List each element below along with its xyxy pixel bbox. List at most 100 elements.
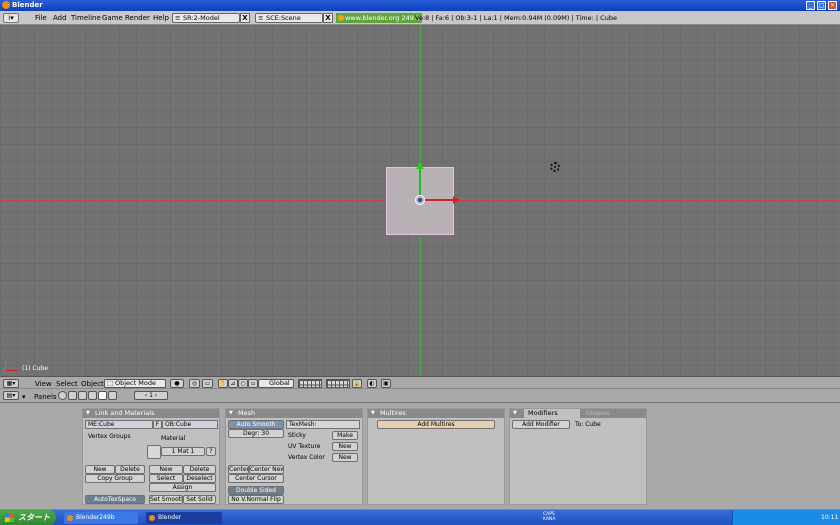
degr-field[interactable]: Degr: 30 — [228, 429, 284, 438]
material-deselect-button[interactable]: Deselect — [183, 474, 216, 483]
windows-logo-icon — [5, 513, 14, 522]
sticky-label: Sticky — [288, 432, 306, 439]
x-arrow-icon[interactable] — [453, 196, 460, 204]
menu-add[interactable]: Add — [53, 14, 67, 22]
panel-title[interactable]: Mesh — [226, 409, 362, 418]
mesh-name-field[interactable]: ME:Cube — [85, 420, 153, 429]
render-icon[interactable]: ▣ — [381, 379, 391, 388]
center-cursor-button[interactable]: Center Cursor — [228, 474, 284, 483]
vertex-color-label: Vertex Color — [288, 454, 325, 461]
3d-cursor-icon[interactable] — [415, 195, 425, 205]
material-help-button[interactable]: ? — [206, 447, 216, 456]
panel-title[interactable]: Link and Materials — [83, 409, 219, 418]
menu-help[interactable]: Help — [153, 14, 169, 22]
uv-texture-label: UV Texture — [288, 443, 321, 450]
link-materials-panel: Link and Materials ME:Cube F OB:Cube Ver… — [82, 408, 220, 505]
lamp-object-icon[interactable] — [550, 162, 560, 172]
copy-group-button[interactable]: Copy Group — [85, 474, 145, 483]
pivot-icon[interactable]: ◎ — [189, 379, 200, 388]
manipulator-toggle-icon[interactable]: ✋ — [218, 379, 228, 388]
minimize-icon[interactable]: _ — [806, 1, 815, 10]
scene-icon[interactable] — [108, 391, 117, 400]
panel-title[interactable]: Multires — [368, 409, 504, 418]
view3d-type-icon[interactable]: ▦▾ — [3, 379, 19, 388]
close-icon[interactable]: × — [828, 1, 837, 10]
tab-modifiers[interactable]: Modifiers — [524, 409, 580, 418]
lock-icon[interactable]: 🔒 — [352, 379, 362, 388]
browse-icon: ≡ — [258, 14, 264, 22]
no-v-normal-flip-toggle[interactable]: No V.Normal Flip — [228, 495, 284, 504]
window-type-icon[interactable]: i▾ — [3, 13, 19, 23]
material-assign-button[interactable]: Assign — [149, 483, 216, 492]
ime-indicator[interactable]: CAPS KANA — [543, 512, 555, 522]
add-multires-button[interactable]: Add Multires — [377, 420, 495, 429]
material-color-swatch[interactable] — [147, 445, 161, 459]
menu-game[interactable]: Game — [102, 14, 123, 22]
vgroup-delete-button[interactable]: Delete — [115, 465, 145, 474]
menu-render[interactable]: Render — [125, 14, 150, 22]
scale-icon[interactable]: ▫ — [248, 379, 258, 388]
auto-smooth-toggle[interactable]: Auto Smooth — [228, 420, 284, 429]
pivot-menu-icon[interactable]: ▭ — [202, 379, 213, 388]
mode-selector[interactable]: ⬚ Object Mode — [104, 379, 166, 388]
material-label: Material — [161, 435, 186, 442]
3d-viewport[interactable]: (1) Cube — [0, 25, 840, 376]
maximize-icon[interactable]: □ — [817, 1, 826, 10]
vgroup-new-button[interactable]: New — [85, 465, 115, 474]
object-icon[interactable] — [88, 391, 97, 400]
menu-object[interactable]: Object — [81, 380, 104, 388]
layers-group-2[interactable] — [326, 379, 350, 388]
taskbar-item-blender249b[interactable]: Blender249b — [64, 512, 138, 524]
render-preview-icon[interactable]: ◐ — [367, 379, 377, 388]
logic-icon[interactable] — [58, 391, 67, 400]
translate-icon[interactable]: ⊿ — [228, 379, 238, 388]
taskbar: スタート Blender249b Blender CAPS KANA 10:11 — [0, 509, 840, 525]
set-smooth-button[interactable]: Set Smooth — [149, 495, 183, 504]
scene-selector[interactable]: ≡ SCE:Scene — [255, 13, 323, 23]
set-solid-button[interactable]: Set Solid — [183, 495, 216, 504]
center-button[interactable]: Center — [228, 465, 249, 474]
delete-scene-button[interactable]: X — [323, 13, 333, 23]
collapse-icon[interactable]: ▾ — [22, 393, 26, 401]
view-axes-icon — [5, 359, 19, 371]
material-select-button[interactable]: Select — [149, 474, 183, 483]
orientation-selector[interactable]: Global — [258, 379, 294, 388]
material-index-field[interactable]: 1 Mat 1 — [161, 447, 205, 456]
draw-type-icon[interactable]: ● — [170, 379, 184, 388]
blender-logo-icon — [338, 15, 344, 21]
tab-shapes[interactable]: Shapes — [582, 409, 636, 418]
double-sided-toggle[interactable]: Double Sided — [228, 486, 284, 495]
clock[interactable]: 10:11 — [821, 514, 838, 521]
texmesh-field[interactable]: TexMesh: — [286, 420, 360, 429]
editing-icon[interactable] — [98, 391, 107, 400]
autotexspace-toggle[interactable]: AutoTexSpace — [85, 495, 145, 504]
delete-screen-button[interactable]: X — [240, 13, 250, 23]
center-new-button[interactable]: Center New — [249, 465, 284, 474]
sticky-make-button[interactable]: Make — [332, 431, 358, 440]
taskbar-item-blender[interactable]: Blender — [146, 512, 222, 524]
material-delete-button[interactable]: Delete — [183, 465, 216, 474]
start-button[interactable]: スタート — [0, 510, 56, 525]
menu-view[interactable]: View — [35, 380, 52, 388]
script-icon[interactable] — [68, 391, 77, 400]
frame-field[interactable]: ‹ 1 › — [134, 391, 168, 400]
shading-icon[interactable] — [78, 391, 87, 400]
fake-user-button[interactable]: F — [153, 420, 162, 429]
buttons-type-icon[interactable]: ▤▾ — [3, 391, 19, 400]
menu-timeline[interactable]: Timeline — [71, 14, 101, 22]
add-modifier-button[interactable]: Add Modifier — [512, 420, 570, 429]
object-name-field[interactable]: OB:Cube — [162, 420, 218, 429]
rotate-icon[interactable]: ○ — [238, 379, 248, 388]
layers-group-1[interactable] — [298, 379, 322, 388]
x-transform-handle[interactable] — [425, 199, 455, 201]
y-transform-handle[interactable] — [419, 167, 421, 195]
panels-menu[interactable]: Panels — [34, 393, 57, 401]
menu-select[interactable]: Select — [56, 380, 78, 388]
vertex-color-new-button[interactable]: New — [332, 453, 358, 462]
website-link[interactable]: www.blender.org 249.2 — [336, 13, 423, 23]
y-arrow-icon[interactable] — [416, 162, 424, 169]
material-new-button[interactable]: New — [149, 465, 183, 474]
screen-selector[interactable]: ≡ SR:2-Model — [172, 13, 240, 23]
uv-texture-new-button[interactable]: New — [332, 442, 358, 451]
menu-file[interactable]: File — [35, 14, 47, 22]
